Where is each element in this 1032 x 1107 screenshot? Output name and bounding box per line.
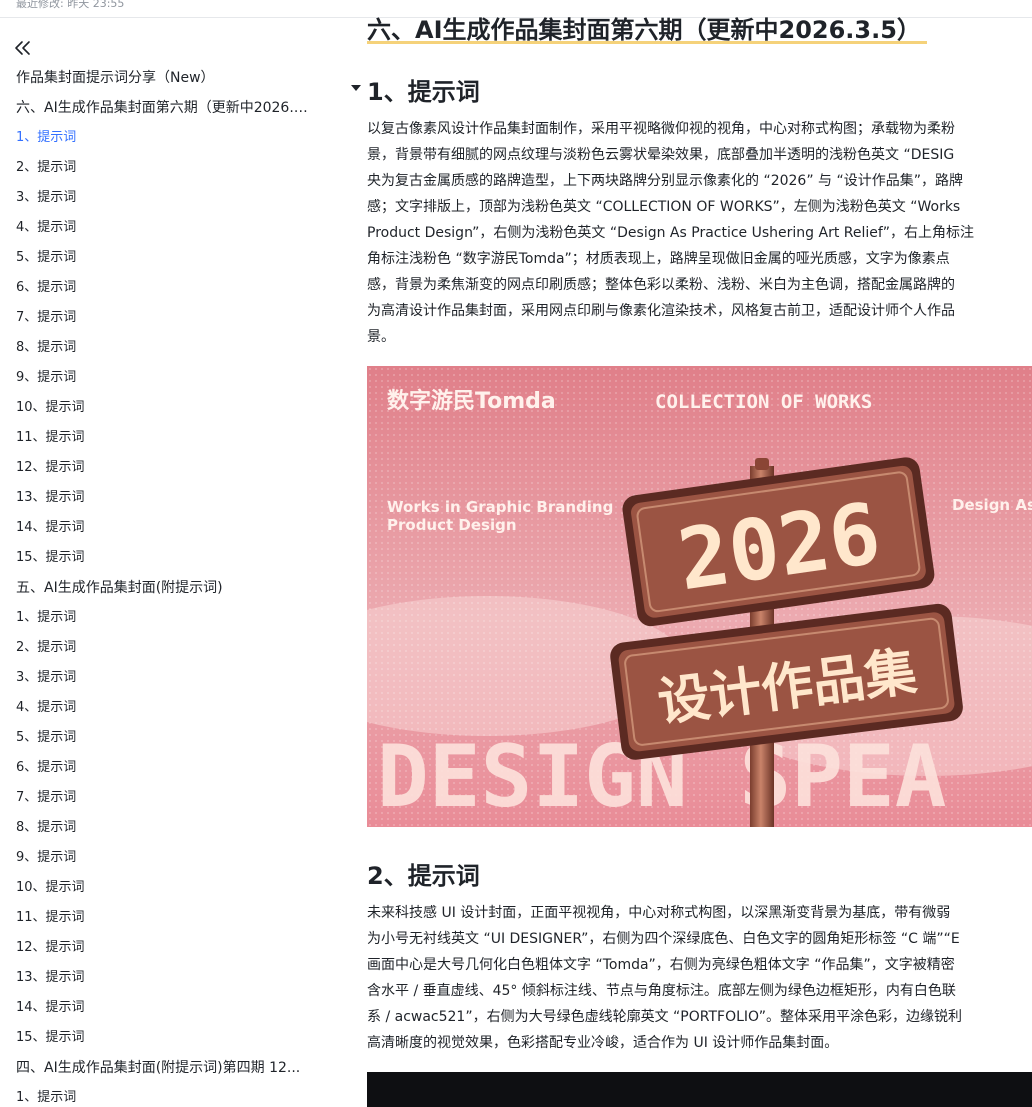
toc-item[interactable]: 2、提示词 [16,158,316,188]
toc-sidebar: 作品集封面提示词分享（New） 六、AI生成作品集封面第六期（更新中2026.3.… [0,18,340,1107]
toc-item[interactable]: 1、提示词 [16,128,316,158]
paragraph-line: Product Design”，右侧为浅粉色英文 “Design As Prac… [367,225,975,241]
toc-item[interactable]: 4、提示词 [16,218,316,248]
toc-item[interactable]: 3、提示词 [16,188,316,218]
cover-image-1-art: 数字游民Tomda COLLECTION OF WORKS Works in G… [367,366,1032,827]
collapse-triangle-icon[interactable] [351,85,361,91]
heading-prompt-2: 2、提示词 [367,862,480,890]
paragraph-line: 含水平 / 垂直虚线、45° 倾斜标注线、节点与角度标注。底部左侧为绿色边框矩形… [367,983,956,999]
paragraph-line: 感，背景为柔焦渐变的网点印刷质感；整体色彩以柔粉、浅粉、米白为主色调，搭配金属路… [367,277,955,293]
section-title: 六、AI生成作品集封面第六期（更新中2026.3.5） [367,16,921,44]
title-highlight-underline [367,41,927,44]
toc-item[interactable]: 2、提示词 [16,638,316,668]
toc-item[interactable]: 作品集封面提示词分享（New） [16,68,316,98]
cover-image-2[interactable] [367,1072,1032,1107]
cover-left-line-2: Product Design [387,516,517,534]
cover-left-line-1: Works in Graphic Branding [387,498,613,516]
paragraph-line: 系 / acwac521”，右侧为大号绿色虚线轮廓英文 “PORTFOLIO”。… [367,1009,963,1025]
heading-prompt-1: 1、提示词 [367,78,480,106]
toc-item[interactable]: 3、提示词 [16,668,316,698]
toc-item[interactable]: 9、提示词 [16,848,316,878]
paragraph-line: 以复古像素风设计作品集封面制作，采用平视略微仰视的视角，中心对称式构图；承载物为… [367,121,955,137]
paragraph-line: 央为复古金属质感的路牌造型，上下两块路牌分别显示像素化的 “2026” 与 “设… [367,173,963,189]
toc-item[interactable]: 8、提示词 [16,338,316,368]
toc-item[interactable]: 15、提示词 [16,548,316,578]
paragraph-line: 角标注浅粉色 “数字游民Tomda”；材质表现上，路牌呈现做旧金属的哑光质感，文… [367,251,950,267]
toc-item[interactable]: 13、提示词 [16,968,316,998]
toc-item[interactable]: 5、提示词 [16,728,316,758]
toc-item[interactable]: 10、提示词 [16,398,316,428]
paragraph-line: 高清晰度的视觉效果，色彩搭配专业冷峻，适合作为 UI 设计师作品集封面。 [367,1035,839,1051]
toc-item[interactable]: 12、提示词 [16,458,316,488]
toc-item[interactable]: 12、提示词 [16,938,316,968]
toc-item[interactable]: 9、提示词 [16,368,316,398]
prompt-2-paragraph: 未来科技感 UI 设计封面，正面平视视角，中心对称式构图，以深黑渐变背景为基底，… [367,900,1032,1056]
toc-item[interactable]: 1、提示词 [16,608,316,638]
cover-collection-text: COLLECTION OF WORKS [655,391,872,413]
toc-item[interactable]: 7、提示词 [16,788,316,818]
paragraph-line: 画面中心是大号几何化白色粗体文字 “Tomda”，右侧为亮绿色粗体文字 “作品集… [367,957,955,973]
toc-item[interactable]: 14、提示词 [16,998,316,1028]
toc-item[interactable]: 7、提示词 [16,308,316,338]
toc-item[interactable]: 11、提示词 [16,428,316,458]
toc-item[interactable]: 15、提示词 [16,1028,316,1058]
paragraph-line: 景。 [367,329,395,345]
toc-item[interactable]: 11、提示词 [16,908,316,938]
document-content: 六、AI生成作品集封面第六期（更新中2026.3.5） 1、提示词 以复古像素风… [340,0,1032,1107]
cover-brand-text: 数字游民Tomda [387,388,556,414]
toc-item[interactable]: 13、提示词 [16,488,316,518]
collapse-sidebar-button[interactable] [14,40,32,56]
cover-right-text: Design As [952,496,1032,514]
toc-item[interactable]: 4、提示词 [16,698,316,728]
toc-item[interactable]: 六、AI生成作品集封面第六期（更新中2026.3.5） [16,98,316,128]
toc-item[interactable]: 8、提示词 [16,818,316,848]
toc-item[interactable]: 6、提示词 [16,758,316,788]
toc-item[interactable]: 14、提示词 [16,518,316,548]
toc-item[interactable]: 6、提示词 [16,278,316,308]
last-modified-text: 最近修改: 昨天 23:55 [16,0,125,10]
paragraph-line: 感；文字排版上，顶部为浅粉色英文 “COLLECTION OF WORKS”，左… [367,199,961,215]
toc-item[interactable]: 五、AI生成作品集封面(附提示词) [16,578,316,608]
prompt-1-paragraph: 以复古像素风设计作品集封面制作，采用平视略微仰视的视角，中心对称式构图；承载物为… [367,116,1032,350]
cover-image-1[interactable]: 数字游民Tomda COLLECTION OF WORKS Works in G… [367,366,1032,827]
paragraph-line: 景，背景带有细腻的网点纹理与淡粉色云雾状晕染效果，底部叠加半透明的浅粉色英文 “… [367,147,955,163]
toc-list: 作品集封面提示词分享（New） 六、AI生成作品集封面第六期（更新中2026.3.… [16,68,316,1107]
toc-item[interactable]: 四、AI生成作品集封面(附提示词)第四期 12... [16,1058,316,1088]
toc-item[interactable]: 5、提示词 [16,248,316,278]
paragraph-line: 为小号无衬线英文 “UI DESIGNER”，右侧为四个深绿底色、白色文字的圆角… [367,931,960,947]
toc-item[interactable]: 1、提示词 [16,1088,316,1107]
toc-item[interactable]: 10、提示词 [16,878,316,908]
paragraph-line: 为高清设计作品集封面，采用网点印刷与像素化渲染技术，风格复古前卫，适配设计师个人… [367,303,955,319]
paragraph-line: 未来科技感 UI 设计封面，正面平视视角，中心对称式构图，以深黑渐变背景为基底，… [367,905,951,921]
double-chevron-left-icon [15,41,30,55]
